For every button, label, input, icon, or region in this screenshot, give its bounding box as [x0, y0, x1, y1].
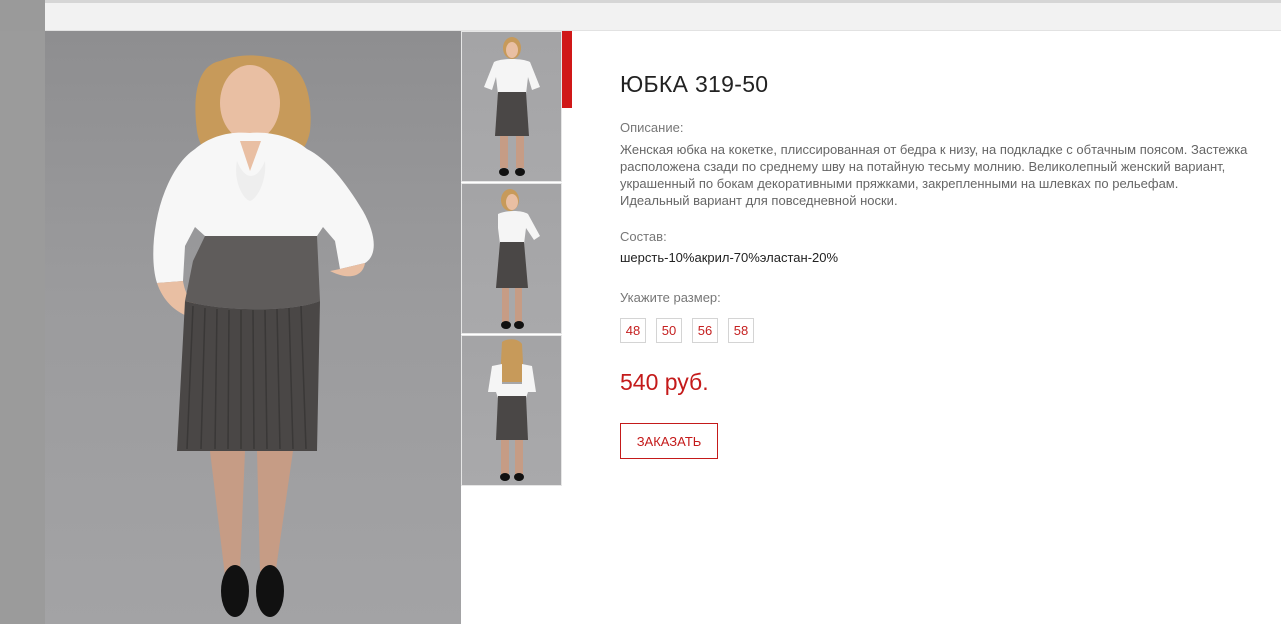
size-option-56[interactable]: 56	[692, 318, 718, 343]
left-gray-rail	[0, 31, 45, 624]
product-description: Женская юбка на кокетке, плиссированная …	[620, 142, 1248, 208]
description-label: Описание:	[620, 120, 684, 135]
size-option-50[interactable]: 50	[656, 318, 682, 343]
size-label: Укажите размер:	[620, 290, 721, 305]
product-price: 540 руб.	[620, 369, 709, 395]
size-selector: 48 50 56 58	[620, 318, 754, 343]
thumbnail-strip	[461, 31, 562, 487]
thumbnail-front[interactable]	[461, 31, 562, 182]
composition-label: Состав:	[620, 229, 667, 244]
composition-value: шерсть-10%акрил-70%эластан-20%	[620, 250, 839, 265]
model-figure-illustration	[153, 55, 374, 617]
thumbnail-side[interactable]	[461, 183, 562, 334]
thumbnail-front-figure	[484, 37, 540, 176]
product-title: ЮБКА 319-50	[620, 71, 769, 97]
thumbnail-back-figure	[488, 339, 536, 481]
main-product-image[interactable]	[45, 31, 461, 624]
order-button[interactable]: ЗАКАЗАТЬ	[620, 423, 718, 459]
size-option-58[interactable]: 58	[728, 318, 754, 343]
left-rail-cap	[0, 0, 45, 31]
thumbnail-side-figure	[496, 189, 540, 329]
browser-top-strip	[0, 0, 1281, 31]
size-option-48[interactable]: 48	[620, 318, 646, 343]
active-thumbnail-indicator	[562, 31, 572, 108]
thumbnail-back[interactable]	[461, 335, 562, 486]
